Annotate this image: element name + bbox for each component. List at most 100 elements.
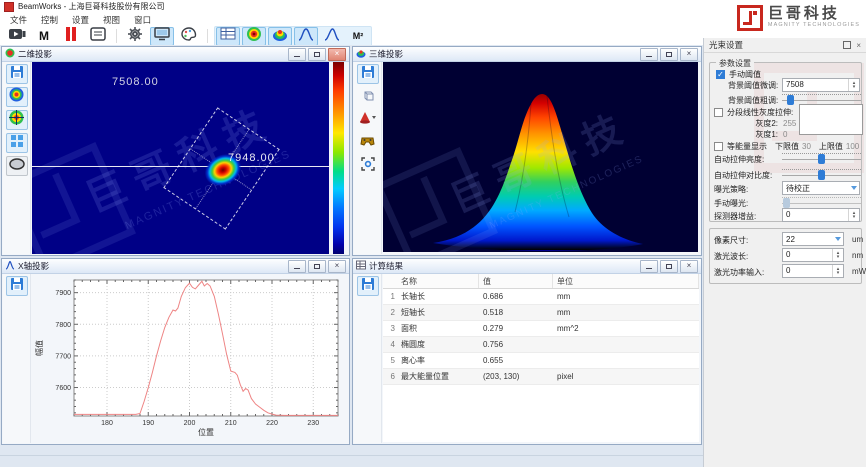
log-window-button[interactable] <box>86 26 110 46</box>
panel-2d-close-button[interactable]: × <box>328 47 346 61</box>
panel-2d-titlebar[interactable]: 二维投影 × <box>2 47 349 62</box>
panel-results-icon <box>356 257 366 275</box>
beam-crosshair-icon <box>9 110 24 130</box>
table-cell: 0.279 <box>483 324 504 333</box>
table-cell: 0.518 <box>483 308 504 317</box>
panel-3d-minimize-button[interactable] <box>640 47 658 61</box>
iso-energy-checkbox[interactable] <box>714 141 723 151</box>
table-row[interactable]: 6 最大能量位置 (203, 130) pixel <box>383 369 699 385</box>
m-squared-view-button[interactable]: M² <box>346 27 370 46</box>
grid-icon <box>10 134 24 153</box>
table-row[interactable]: 5 离心率 0.655 <box>383 353 699 369</box>
menu-control[interactable]: 控制 <box>35 13 64 27</box>
panel-3d-close-button[interactable]: × <box>680 47 698 61</box>
background-level-label: 7508.00 <box>112 76 159 88</box>
pixel-size-combo[interactable]: 22 <box>782 232 844 246</box>
menu-view[interactable]: 视图 <box>97 13 126 27</box>
render-mode-button[interactable] <box>357 110 379 130</box>
colormap-rings-button[interactable] <box>5 87 28 107</box>
display-button[interactable] <box>150 26 174 46</box>
x-projection-view-button[interactable] <box>294 26 318 46</box>
svg-text:180: 180 <box>101 420 113 427</box>
save-2d-button[interactable] <box>5 64 28 84</box>
slider-handle[interactable] <box>818 170 826 180</box>
rotate-view-button[interactable] <box>357 133 379 153</box>
settings-gear-button[interactable] <box>123 26 147 46</box>
wavelength-spinner[interactable]: 0 ▴ ▾ <box>782 248 844 262</box>
reset-view-button[interactable] <box>357 156 379 176</box>
slider-handle[interactable] <box>817 154 825 164</box>
curve-y-icon <box>324 27 340 46</box>
dock-pin-icon[interactable] <box>843 41 852 49</box>
table-row[interactable]: 1 长轴长 0.686 mm <box>383 289 699 305</box>
beam3d-view-button[interactable] <box>268 26 292 46</box>
contrast-slider[interactable] <box>782 168 861 180</box>
beam-3d-canvas[interactable]: 巨哥科技 MAGNITY TECHNOLOGIES <box>383 62 698 252</box>
power-spinner[interactable]: 0 ▴ ▾ <box>782 264 844 278</box>
panel-x-minimize-button[interactable] <box>288 259 306 273</box>
capture-button[interactable] <box>5 27 29 46</box>
bg-fine-value: 7508 <box>786 80 804 89</box>
panel-2d-restore-button[interactable] <box>308 47 326 61</box>
window-title: BeamWorks - 上海巨哥科技股份有限公司 <box>18 2 165 11</box>
panel-x-titlebar[interactable]: X轴投影 × <box>2 259 349 274</box>
menu-settings[interactable]: 设置 <box>66 13 95 27</box>
pause-button[interactable] <box>59 26 83 46</box>
panel-results-titlebar[interactable]: 计算结果 × <box>353 259 701 274</box>
save-results-button[interactable] <box>356 276 379 296</box>
spinner-arrows-icon[interactable]: ▴ ▾ <box>832 265 843 277</box>
save-3d-button[interactable] <box>356 64 379 84</box>
spinner-arrows-icon[interactable]: ▴ ▾ <box>848 79 859 91</box>
header-unit: 单位 <box>553 274 699 288</box>
panel-2d-minimize-button[interactable] <box>288 47 306 61</box>
slider-handle[interactable] <box>782 198 790 208</box>
beam2d-view-button[interactable] <box>242 26 266 46</box>
iso-energy-row: 等能量显示 下限值 30 上限值 100 <box>714 140 861 152</box>
menu-file[interactable]: 文件 <box>4 13 33 27</box>
bg-fine-spinner[interactable]: 7508 ▴ ▾ <box>782 78 860 92</box>
crosshair-rings-button[interactable] <box>5 110 28 130</box>
exposure-label: 曝光策略: <box>714 184 749 194</box>
gain-value: 0 <box>786 210 791 219</box>
y-projection-view-button[interactable] <box>320 27 344 46</box>
panel-x-close-button[interactable]: × <box>328 259 346 273</box>
panel-results-minimize-button[interactable] <box>640 259 658 273</box>
panel-3d-title: 三维投影 <box>369 49 404 59</box>
manual-threshold-checkbox[interactable]: ✓ <box>716 69 725 79</box>
results-view-button[interactable] <box>216 26 240 46</box>
pixel-size-unit: um <box>852 235 864 244</box>
panel-results-restore-button[interactable] <box>660 259 678 273</box>
ellipse-overlay-button[interactable] <box>5 156 28 176</box>
beam-2d-canvas[interactable]: 巨哥科技 MAGNITY TECHNOLOGIES 7508.00 7948.0… <box>32 62 329 254</box>
brightness-slider[interactable] <box>782 152 861 164</box>
panel-2d-icon <box>5 45 15 63</box>
grid-overlay-button[interactable] <box>5 133 28 153</box>
panel-results-close-button[interactable]: × <box>680 259 698 273</box>
exposure-combo[interactable]: 待校正 <box>782 181 860 195</box>
panel-x-restore-button[interactable] <box>308 259 326 273</box>
close-icon[interactable]: × <box>856 41 861 50</box>
gray1-value: 0 <box>783 129 788 139</box>
gain-spinner[interactable]: 0 ▴ ▾ <box>782 208 860 222</box>
chevron-down-icon <box>833 233 843 245</box>
spinner-arrows-icon[interactable]: ▴ ▾ <box>848 209 859 221</box>
panel-x-title: X轴投影 <box>18 261 50 271</box>
save-x-button[interactable] <box>5 276 28 296</box>
spinner-arrows-icon[interactable]: ▴ ▾ <box>832 249 843 261</box>
table-row[interactable]: 4 椭圆度 0.756 <box>383 337 699 353</box>
palette-button[interactable] <box>177 26 201 46</box>
table-row[interactable]: 2 短轴长 0.518 mm <box>383 305 699 321</box>
piecewise-label: 分段线性灰度拉伸: <box>727 107 794 117</box>
panel-3d-projection: 三维投影 × 巨哥科技 MAGNITY TECHNOLOGIES <box>352 46 702 256</box>
measure-m-button[interactable]: M <box>32 27 56 46</box>
slider-handle[interactable] <box>786 95 794 105</box>
gray1-row: 灰度1: 0 <box>728 128 861 140</box>
panel-3d-restore-button[interactable] <box>660 47 678 61</box>
wireframe-button[interactable] <box>357 87 379 107</box>
table-row[interactable]: 3 面积 0.279 mm^2 <box>383 321 699 337</box>
panel-2d-title: 二维投影 <box>18 49 53 59</box>
panel-results: 计算结果 × 名称 值 单位 1 长轴长 0.686 mm 2 短轴长 0.518 mm 3 面积… <box>352 258 702 445</box>
piecewise-checkbox[interactable] <box>714 107 723 117</box>
panel-3d-titlebar[interactable]: 三维投影 × <box>353 47 701 62</box>
manual-exposure-slider[interactable] <box>782 196 861 208</box>
